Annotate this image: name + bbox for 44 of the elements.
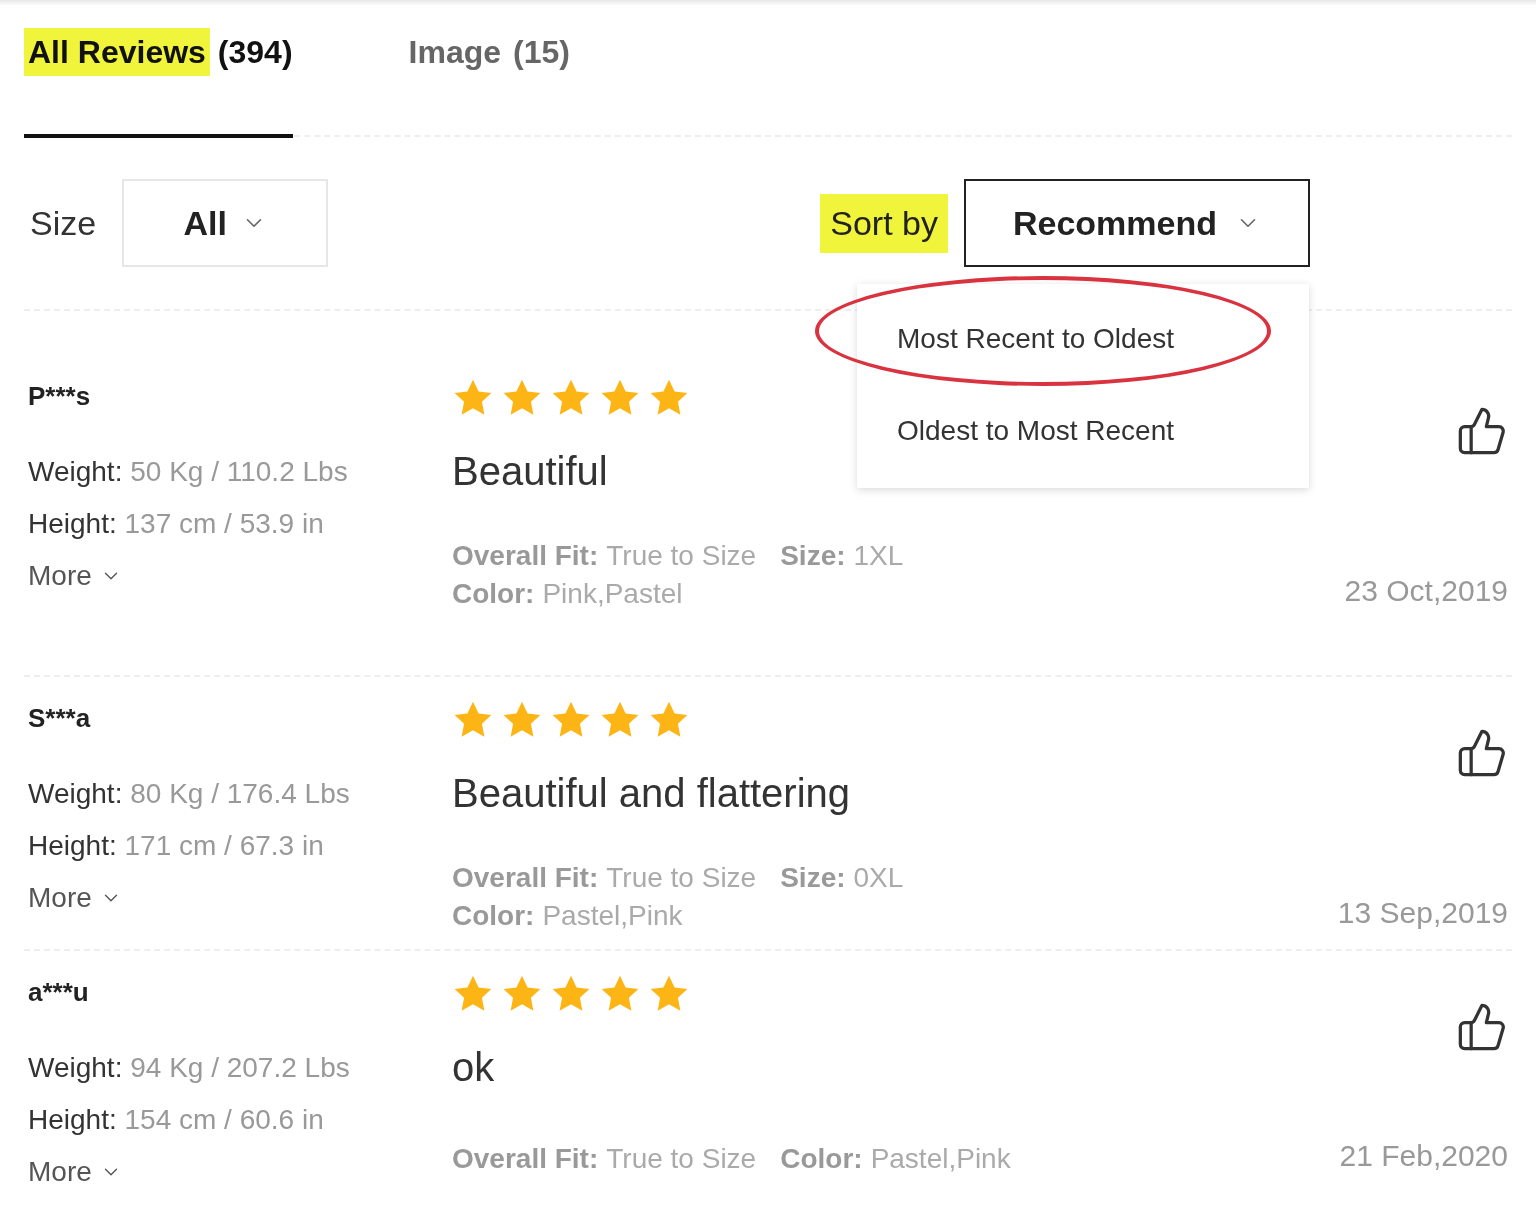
sort-by-label: Sort by: [820, 193, 948, 253]
review-title: Beautiful and flattering: [452, 770, 852, 817]
detail-label: Overall Fit:: [452, 1142, 599, 1176]
reviewer-name: a***u: [28, 976, 90, 1009]
thumbs-up-icon[interactable]: [1456, 1001, 1508, 1053]
detail-label: Size:: [780, 861, 846, 895]
reviewer-name: P***s: [28, 380, 92, 413]
more-button[interactable]: More: [28, 1151, 122, 1193]
review-date: 21 Feb,2020: [1339, 1138, 1508, 1174]
detail-value: True to Size: [606, 861, 757, 895]
detail-label: Overall Fit:: [452, 861, 599, 895]
reviewer-name: S***a: [28, 702, 92, 735]
detail-label: Size:: [780, 539, 846, 573]
detail-value: 1XL: [853, 539, 904, 573]
sort-dropdown[interactable]: Recommend: [964, 179, 1310, 267]
review-title: Beautiful: [452, 448, 609, 495]
review-title: ok: [452, 1044, 496, 1091]
sort-option[interactable]: Oldest to Most Recent: [897, 410, 1174, 452]
size-label: Size: [30, 202, 97, 244]
detail-value: 0XL: [853, 861, 904, 895]
detail-value: Pastel,Pink: [870, 1142, 1011, 1176]
weight-text: Weight: 94 Kg / 207.2 Lbs: [28, 1051, 351, 1085]
detail-value: Pastel,Pink: [542, 899, 683, 933]
review-date: 13 Sep,2019: [1337, 895, 1508, 931]
weight-text: Weight: 80 Kg / 176.4 Lbs: [28, 777, 351, 811]
sort-option[interactable]: Most Recent to Oldest: [897, 318, 1174, 360]
review-date: 23 Oct,2019: [1344, 573, 1508, 609]
detail-value: True to Size: [606, 1142, 757, 1176]
detail-value: Pink,Pastel: [542, 577, 683, 611]
more-button[interactable]: More: [28, 555, 122, 597]
detail-label: Color:: [452, 899, 535, 933]
detail-value: True to Size: [606, 539, 757, 573]
detail-label: Color:: [452, 577, 535, 611]
height-text: Height: 137 cm / 53.9 in: [28, 507, 325, 541]
detail-label: Overall Fit:: [452, 539, 599, 573]
more-button[interactable]: More: [28, 877, 122, 919]
size-dropdown[interactable]: All: [122, 179, 329, 267]
thumbs-up-icon[interactable]: [1456, 405, 1508, 457]
review-tab[interactable]: Image (15): [404, 28, 570, 76]
weight-text: Weight: 50 Kg / 110.2 Lbs: [28, 455, 349, 489]
height-text: Height: 171 cm / 67.3 in: [28, 829, 325, 863]
detail-label: Color:: [780, 1142, 863, 1176]
height-text: Height: 154 cm / 60.6 in: [28, 1103, 325, 1137]
thumbs-up-icon[interactable]: [1456, 727, 1508, 779]
